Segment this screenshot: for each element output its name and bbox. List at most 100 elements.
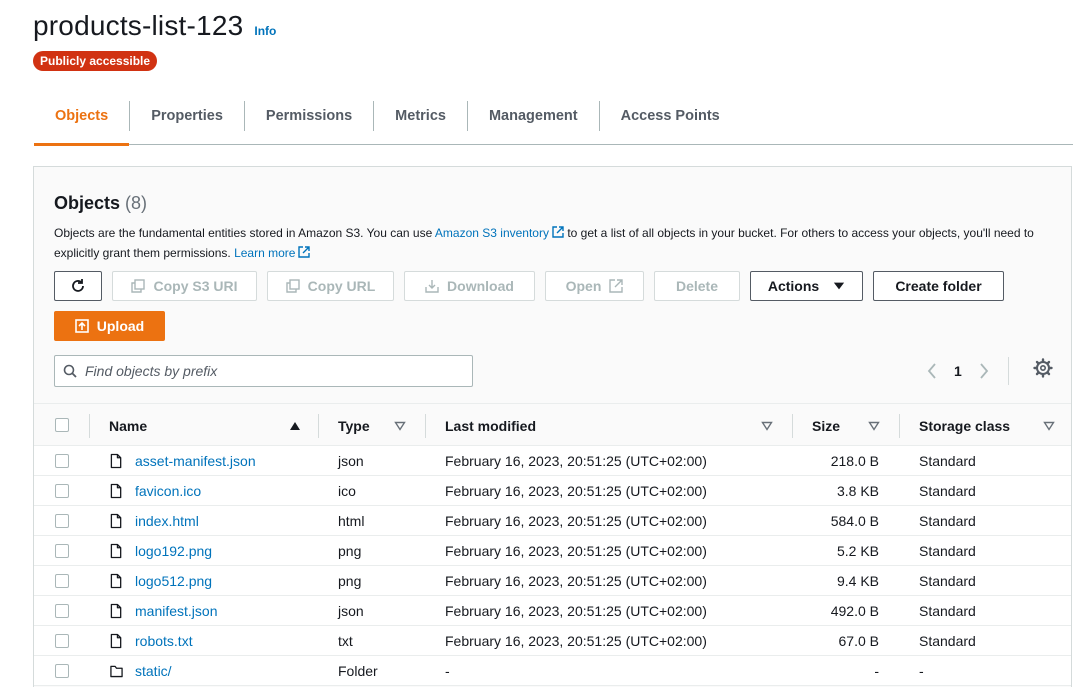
- object-last-modified: -: [445, 663, 450, 679]
- sort-icon: [394, 421, 406, 431]
- bucket-header: products-list-123 Info: [33, 10, 276, 42]
- create-folder-label: Create folder: [895, 278, 982, 294]
- file-icon: [110, 573, 122, 589]
- object-storage-class: Standard: [919, 513, 976, 529]
- object-storage-class: -: [919, 663, 924, 679]
- object-type: Folder: [338, 663, 378, 679]
- table-row[interactable]: logo512.png png February 16, 2023, 20:51:2…: [34, 566, 1071, 596]
- tab-properties[interactable]: Properties: [130, 99, 244, 145]
- description-text: Objects are the fundamental entities sto…: [54, 226, 433, 240]
- external-link-icon: [298, 246, 311, 258]
- column-size[interactable]: Size: [812, 404, 880, 447]
- download-button[interactable]: Download: [404, 271, 535, 301]
- row-checkbox[interactable]: [55, 604, 69, 618]
- row-checkbox[interactable]: [55, 454, 69, 468]
- row-checkbox[interactable]: [55, 664, 69, 678]
- file-icon: [110, 513, 122, 529]
- tab-access-points[interactable]: Access Points: [600, 99, 741, 145]
- objects-table: Name Type Last modified Size Storage cla…: [34, 403, 1071, 686]
- table-row[interactable]: favicon.ico ico February 16, 2023, 20:51:2…: [34, 476, 1071, 506]
- upload-button[interactable]: Upload: [54, 311, 165, 341]
- table-row[interactable]: asset-manifest.json json February 16, 2023…: [34, 446, 1071, 476]
- objects-panel: Objects (8) Objects are the fundamental …: [33, 166, 1072, 687]
- column-storage-class-label: Storage class: [919, 417, 1011, 434]
- object-storage-class: Standard: [919, 603, 976, 619]
- row-checkbox[interactable]: [55, 634, 69, 648]
- table-row[interactable]: static/Folder - - -: [34, 656, 1071, 686]
- row-checkbox[interactable]: [55, 574, 69, 588]
- current-page[interactable]: 1: [954, 363, 962, 379]
- object-name-link[interactable]: logo192.png: [135, 536, 212, 566]
- column-divider: [425, 414, 426, 438]
- delete-button[interactable]: Delete: [654, 271, 740, 301]
- gear-icon[interactable]: [1032, 357, 1054, 379]
- chevron-left-icon[interactable]: [927, 363, 937, 379]
- open-label: Open: [565, 278, 602, 294]
- row-checkbox[interactable]: [55, 514, 69, 528]
- object-type: txt: [338, 633, 353, 649]
- objects-heading: Objects (8): [54, 193, 147, 214]
- caret-down-icon: [834, 282, 845, 290]
- search-input[interactable]: [85, 363, 465, 379]
- download-label: Download: [447, 278, 514, 294]
- tab-metrics[interactable]: Metrics: [374, 99, 467, 145]
- table-row[interactable]: robots.txt txt February 16, 2023, 20:51:25…: [34, 626, 1071, 656]
- object-size: 9.4 KB: [836, 573, 879, 589]
- tab-management[interactable]: Management: [468, 99, 599, 145]
- copy-url-button[interactable]: Copy URL: [267, 271, 394, 301]
- copy-url-label: Copy URL: [307, 278, 376, 294]
- object-storage-class: Standard: [919, 483, 976, 499]
- s3-inventory-link-label: Amazon S3 inventory: [434, 226, 549, 240]
- table-row[interactable]: manifest.json json February 16, 2023, 20:5…: [34, 596, 1071, 626]
- object-name-link[interactable]: manifest.json: [135, 596, 217, 626]
- table-body: asset-manifest.json json February 16, 2023…: [34, 446, 1071, 686]
- object-storage-class: Standard: [919, 453, 976, 469]
- object-name-link[interactable]: robots.txt: [135, 626, 193, 656]
- object-size: 584.0 B: [830, 513, 879, 529]
- refresh-button[interactable]: [54, 271, 102, 301]
- copy-s3-uri-button[interactable]: Copy S3 URI: [112, 271, 257, 301]
- learn-more-label: Learn more: [234, 246, 296, 260]
- column-type[interactable]: Type: [338, 404, 406, 447]
- object-name-link[interactable]: favicon.ico: [135, 476, 201, 506]
- objects-description: Objects are the fundamental entities sto…: [54, 223, 1044, 263]
- column-name[interactable]: Name: [109, 404, 301, 447]
- table-row[interactable]: index.html html February 16, 2023, 20:51:2…: [34, 506, 1071, 536]
- column-divider: [89, 414, 90, 438]
- object-name-link[interactable]: index.html: [135, 506, 199, 536]
- column-divider: [792, 414, 793, 438]
- chevron-right-icon[interactable]: [979, 363, 989, 379]
- object-type: json: [338, 453, 364, 469]
- public-access-badge: Publicly accessible: [33, 51, 158, 71]
- copy-s3-uri-label: Copy S3 URI: [153, 278, 238, 294]
- object-last-modified: February 16, 2023, 20:51:25 (UTC+02:00): [445, 543, 707, 559]
- copy-icon: [285, 279, 300, 293]
- object-last-modified: February 16, 2023, 20:51:25 (UTC+02:00): [445, 633, 707, 649]
- column-type-label: Type: [338, 417, 370, 434]
- object-name-link[interactable]: logo512.png: [135, 566, 212, 596]
- row-checkbox[interactable]: [55, 484, 69, 498]
- sort-icon: [868, 421, 880, 431]
- object-name-link[interactable]: static/: [135, 656, 172, 686]
- objects-heading-label: Objects: [54, 193, 121, 213]
- object-name-link[interactable]: asset-manifest.json: [135, 446, 256, 476]
- create-folder-button[interactable]: Create folder: [873, 271, 1004, 301]
- tab-objects[interactable]: Objects: [34, 99, 130, 146]
- column-last-modified[interactable]: Last modified: [445, 404, 773, 447]
- info-link[interactable]: Info: [254, 24, 276, 38]
- column-storage-class[interactable]: Storage class: [919, 404, 1055, 447]
- tab-permissions[interactable]: Permissions: [245, 99, 373, 145]
- object-last-modified: February 16, 2023, 20:51:25 (UTC+02:00): [445, 603, 707, 619]
- row-checkbox[interactable]: [55, 544, 69, 558]
- table-row[interactable]: logo192.png png February 16, 2023, 20:51:2…: [34, 536, 1071, 566]
- select-all-checkbox[interactable]: [55, 418, 69, 432]
- search-icon: [63, 364, 77, 378]
- delete-label: Delete: [675, 278, 719, 294]
- copy-icon: [131, 279, 146, 293]
- pagination: 1: [927, 357, 1009, 385]
- object-size: -: [874, 663, 879, 679]
- actions-dropdown[interactable]: Actions: [750, 271, 863, 301]
- open-button[interactable]: Open: [545, 271, 644, 301]
- learn-more-link[interactable]: Learn more: [234, 246, 311, 260]
- s3-inventory-link[interactable]: Amazon S3 inventory: [435, 226, 564, 240]
